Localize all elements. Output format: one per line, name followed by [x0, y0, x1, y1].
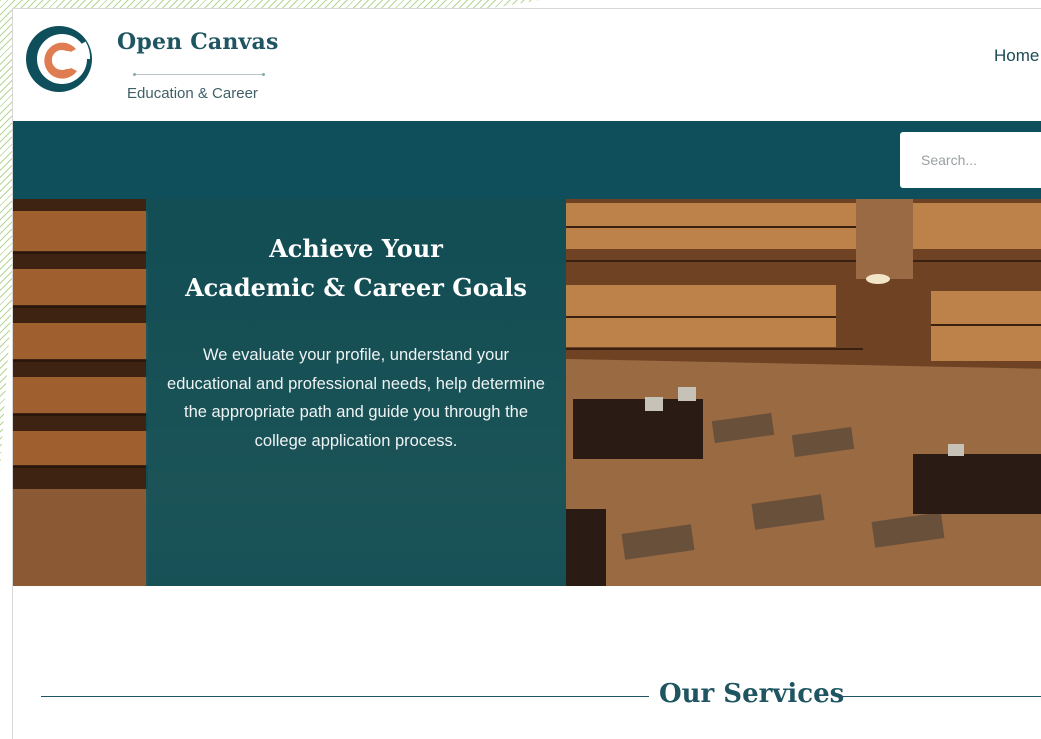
search-bar-band [13, 121, 1041, 199]
hero-title-line-1: Achieve Your [269, 234, 443, 263]
brand-divider [133, 73, 265, 76]
services-title: Our Services [659, 679, 845, 709]
site-header: Open Canvas Education & Career Home [13, 9, 1041, 121]
page-frame: Open Canvas Education & Career Home Sear… [12, 8, 1041, 739]
brand-tagline: Education & Career [127, 85, 258, 102]
hero-banner: Achieve Your Academic & Career Goals We … [13, 199, 1041, 586]
services-section-header: Our Services [13, 669, 1041, 719]
hero-title-line-2: Academic & Career Goals [185, 273, 527, 302]
brand-name[interactable]: Open Canvas [117, 29, 279, 55]
search-input[interactable] [900, 132, 1041, 188]
hero-title: Achieve Your Academic & Career Goals [146, 229, 566, 307]
hero-overlay-panel: Achieve Your Academic & Career Goals We … [146, 199, 566, 586]
services-divider-right [841, 696, 1041, 697]
services-divider-left [41, 696, 649, 697]
open-canvas-logo-icon[interactable] [21, 23, 97, 93]
hero-description: We evaluate your profile, understand you… [167, 346, 545, 450]
nav-link-home[interactable]: Home [994, 46, 1039, 66]
